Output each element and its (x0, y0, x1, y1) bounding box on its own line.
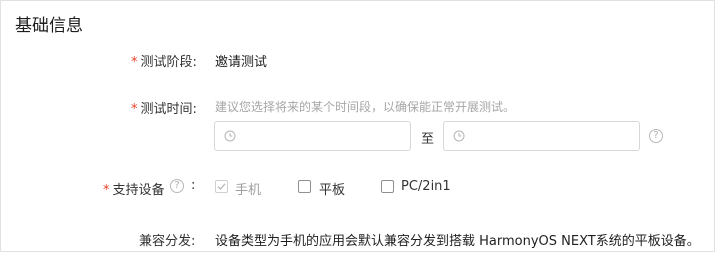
test-time-label: * 测试时间: (131, 102, 197, 117)
checkbox-phone[interactable] (215, 180, 228, 193)
section-title: 基础信息 (15, 16, 83, 36)
clock-icon (224, 130, 236, 142)
test-stage-label: * 测试阶段: (131, 55, 197, 70)
test-time-hint: 建议您选择将来的某个时间段，以确保能正常开展测试。 (215, 100, 516, 114)
devices-colon: : (191, 178, 196, 193)
end-time-input[interactable] (443, 121, 640, 151)
checkbox-pc[interactable] (381, 180, 394, 193)
compat-text: 设备类型为手机的应用会默认兼容分发到搭载 HarmonyOS NEXT系统的平板… (215, 234, 700, 249)
help-icon[interactable]: ? (649, 129, 663, 143)
devices-help-icon[interactable]: ? (170, 179, 184, 193)
devices-label: * 支持设备 (103, 183, 165, 198)
clock-icon (453, 130, 465, 142)
basic-info-panel: 基础信息 * 测试阶段: 邀请测试 * 测试时间: 建议您选择将来的某个时间段，以确… (0, 0, 715, 252)
start-time-input[interactable] (214, 121, 411, 151)
checkbox-tablet[interactable] (298, 180, 311, 193)
checkbox-phone-label: 手机 (235, 183, 262, 198)
checkbox-pc-label: PC/2in1 (401, 179, 451, 194)
required-asterisk: * (131, 102, 138, 117)
checkbox-tablet-label: 平板 (319, 183, 346, 198)
time-range-separator: 至 (421, 132, 435, 147)
test-stage-value: 邀请测试 (215, 55, 268, 70)
check-icon (217, 183, 226, 190)
required-asterisk: * (131, 55, 138, 70)
compat-label: 兼容分发: (139, 234, 196, 249)
required-asterisk: * (103, 183, 110, 198)
